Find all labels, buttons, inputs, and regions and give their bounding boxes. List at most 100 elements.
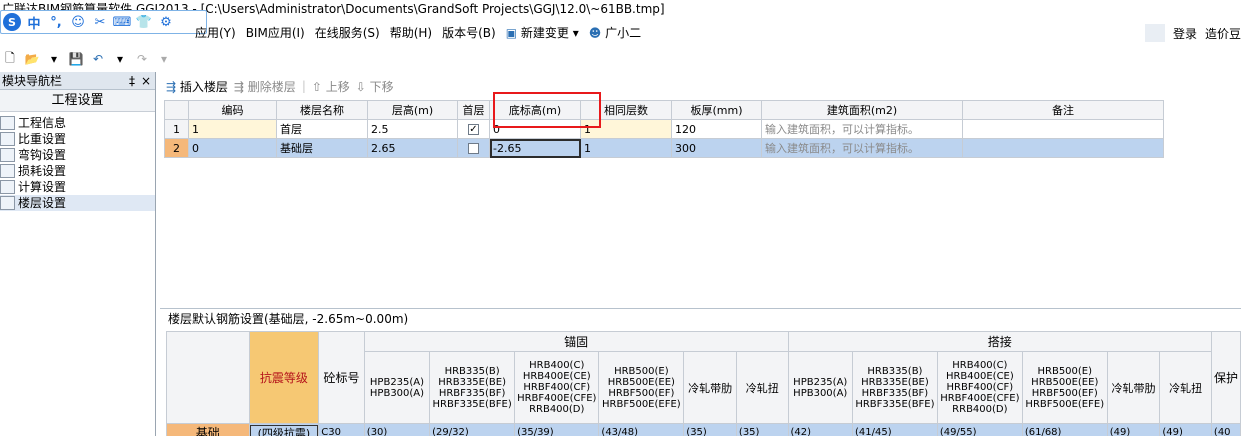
- cell-code[interactable]: 0: [188, 138, 277, 158]
- cell-floor-name[interactable]: 首层: [276, 119, 368, 139]
- col-slab-thickness[interactable]: 板厚(mm): [671, 100, 762, 120]
- first-floor-checkbox[interactable]: [468, 143, 479, 154]
- cell-protect[interactable]: (40: [1210, 423, 1241, 436]
- cell-seismic-grade[interactable]: (四级抗震): [248, 423, 320, 436]
- col-building-area[interactable]: 建筑面积(m2): [761, 100, 963, 120]
- nav-item-calc[interactable]: 计算设置: [0, 179, 155, 195]
- col-same-count[interactable]: 相同层数: [580, 100, 672, 120]
- section-project-settings[interactable]: 工程设置: [0, 90, 155, 112]
- cell-first-floor[interactable]: ✓: [457, 119, 490, 139]
- cell-same-count[interactable]: 1: [580, 138, 672, 158]
- col-height[interactable]: 层高(m): [367, 100, 458, 120]
- cell-component-name[interactable]: 基础: [166, 423, 250, 436]
- menu-bim[interactable]: BIM应用(I): [241, 22, 310, 44]
- cell-lap[interactable]: (49): [1159, 423, 1212, 436]
- menu-assistant[interactable]: ☻ 广小二: [584, 22, 646, 44]
- close-icon[interactable]: ×: [141, 72, 151, 90]
- nav-item-hook[interactable]: 弯钩设置: [0, 147, 155, 163]
- anchor-col-cold-twisted[interactable]: 冷轧扭: [735, 351, 789, 424]
- cell-bottom-elevation[interactable]: 0: [489, 119, 581, 139]
- cell-slab-thickness[interactable]: 300: [671, 138, 762, 158]
- cell-height[interactable]: 2.65: [367, 138, 458, 158]
- new-file-icon[interactable]: 🗋: [2, 51, 18, 67]
- cell-remarks[interactable]: [962, 119, 1164, 139]
- cell-lap[interactable]: (49/55): [936, 423, 1023, 436]
- nav-item-loss[interactable]: 损耗设置: [0, 163, 155, 179]
- lap-col-hrb335[interactable]: HRB335(B) HRB335E(BE) HRBF335(BF) HRBF33…: [851, 351, 938, 424]
- assistant-label: 广小二: [605, 26, 642, 40]
- menu-version[interactable]: 版本号(B): [437, 22, 501, 44]
- col-floor-name[interactable]: 楼层名称: [276, 100, 368, 120]
- delete-floor-button[interactable]: ⇶ 删除楼层: [234, 78, 296, 95]
- move-up-button[interactable]: ⇧ 上移: [312, 78, 350, 95]
- col-bottom-elevation[interactable]: 底标高(m): [489, 100, 581, 120]
- cell-anchor[interactable]: (35/39): [514, 423, 600, 436]
- nav-item-floor[interactable]: 楼层设置: [0, 195, 155, 211]
- table-row[interactable]: 2 0 基础层 2.65 -2.65 1 300 输入建筑面积，可以计算指标。: [164, 138, 1164, 158]
- cell-anchor[interactable]: (30): [363, 423, 431, 436]
- menu-new-change[interactable]: ▣ 新建变更 ▾: [501, 22, 584, 44]
- row-number[interactable]: 2: [164, 138, 189, 158]
- module-nav-title: 模块导航栏: [2, 74, 63, 88]
- cost-beans-link[interactable]: 造价豆: [1205, 25, 1241, 42]
- menu-apply[interactable]: 应用(Y): [190, 22, 241, 44]
- lap-col-cold-twisted[interactable]: 冷轧扭: [1159, 351, 1212, 424]
- cell-code[interactable]: 1: [188, 119, 277, 139]
- move-down-button[interactable]: ⇩ 下移: [356, 78, 394, 95]
- cell-concrete[interactable]: C30: [318, 423, 365, 436]
- lap-col-hrb500[interactable]: HRB500(E) HRB500E(EE) HRBF500(EF) HRBF50…: [1021, 351, 1108, 424]
- col-remarks[interactable]: 备注: [962, 100, 1164, 120]
- cell-lap[interactable]: (42): [787, 423, 853, 436]
- cell-floor-name[interactable]: 基础层: [276, 138, 368, 158]
- chevron-down-icon[interactable]: ▾: [156, 51, 172, 67]
- floors-icon: [0, 196, 15, 210]
- chevron-down-icon[interactable]: ▾: [46, 51, 62, 67]
- cell-building-area[interactable]: 输入建筑面积，可以计算指标。: [761, 119, 963, 139]
- cell-bottom-elevation[interactable]: -2.65: [489, 138, 581, 158]
- table-row[interactable]: 1 1 首层 2.5 ✓ 0 1 120 输入建筑面积，可以计算指标。: [164, 119, 1164, 139]
- cell-same-count[interactable]: 1: [580, 119, 672, 139]
- nav-item-density[interactable]: 比重设置: [0, 131, 155, 147]
- cell-lap[interactable]: (61/68): [1021, 423, 1108, 436]
- col-code[interactable]: 编码: [188, 100, 277, 120]
- cell-anchor[interactable]: (35): [683, 423, 737, 436]
- cell-anchor[interactable]: (43/48): [598, 423, 685, 436]
- nav-item-project-info[interactable]: 工程信息: [0, 115, 155, 131]
- anchor-col-hrb335[interactable]: HRB335(B) HRB335E(BE) HRBF335(BF) HRBF33…: [429, 351, 516, 424]
- cell-lap[interactable]: (49): [1106, 423, 1161, 436]
- table-row[interactable]: 基础 (四级抗震) C30 (30) (29/32) (35/39) (43/4…: [166, 423, 1241, 436]
- cell-height[interactable]: 2.5: [367, 119, 458, 139]
- anchor-col-cold-ribbed[interactable]: 冷轧带肋: [683, 351, 737, 424]
- cell-lap[interactable]: (41/45): [851, 423, 938, 436]
- anchor-col-hrb400[interactable]: HRB400(C) HRB400E(CE) HRBF400(CF) HRBF40…: [514, 351, 600, 424]
- col-protect[interactable]: 保护: [1210, 331, 1241, 424]
- row-number[interactable]: 1: [164, 119, 189, 139]
- col-seismic-grade[interactable]: 抗震等级: [248, 331, 320, 424]
- cell-anchor[interactable]: (35): [735, 423, 789, 436]
- cell-first-floor[interactable]: [457, 138, 490, 158]
- lap-col-hpb[interactable]: HPB235(A) HPB300(A): [787, 351, 853, 424]
- first-floor-checkbox[interactable]: ✓: [468, 124, 479, 135]
- pin-icon[interactable]: ‡: [129, 72, 135, 90]
- rebar-settings-title: 楼层默认钢筋设置(基础层, -2.65m~0.00m): [160, 309, 1241, 329]
- redo-icon[interactable]: ↷: [134, 51, 150, 67]
- anchor-col-hrb500[interactable]: HRB500(E) HRB500E(EE) HRBF500(EF) HRBF50…: [598, 351, 685, 424]
- cell-anchor[interactable]: (29/32): [429, 423, 516, 436]
- chevron-down-icon[interactable]: ▾: [112, 51, 128, 67]
- open-folder-icon[interactable]: 📂: [24, 51, 40, 67]
- lap-col-hrb400[interactable]: HRB400(C) HRB400E(CE) HRBF400(CF) HRBF40…: [936, 351, 1023, 424]
- lap-col-cold-ribbed[interactable]: 冷轧带肋: [1106, 351, 1161, 424]
- group-lap: 搭接: [787, 331, 1212, 352]
- undo-icon[interactable]: ↶: [90, 51, 106, 67]
- col-first-floor[interactable]: 首层: [457, 100, 490, 120]
- cell-building-area[interactable]: 输入建筑面积，可以计算指标。: [761, 138, 963, 158]
- menu-help[interactable]: 帮助(H): [385, 22, 437, 44]
- insert-floor-button[interactable]: ⇶ 插入楼层: [166, 78, 228, 95]
- menu-online-service[interactable]: 在线服务(S): [310, 22, 385, 44]
- login-link[interactable]: 登录: [1173, 25, 1197, 42]
- col-concrete-grade[interactable]: 砼标号: [318, 331, 365, 424]
- cell-slab-thickness[interactable]: 120: [671, 119, 762, 139]
- save-icon[interactable]: 💾: [68, 51, 84, 67]
- cell-remarks[interactable]: [962, 138, 1164, 158]
- anchor-col-hpb[interactable]: HPB235(A) HPB300(A): [363, 351, 431, 424]
